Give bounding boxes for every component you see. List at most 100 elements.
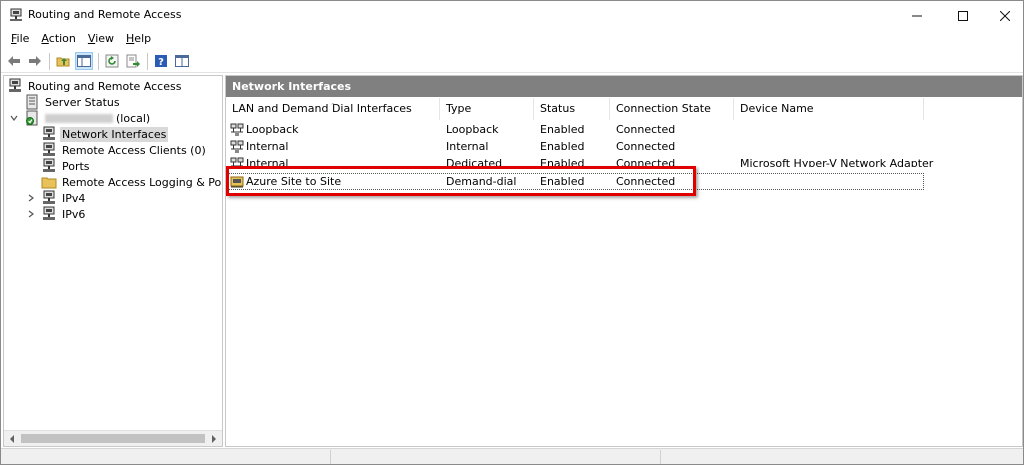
cell-device-name: Microsoft Hyper-V Network Adapter xyxy=(740,157,934,167)
network-interface-icon xyxy=(230,157,244,167)
properties-button[interactable] xyxy=(173,52,191,70)
status-bar xyxy=(1,448,1023,464)
column-header-label: LAN and Demand Dial Interfaces xyxy=(232,102,412,115)
cell-name: Internal xyxy=(226,138,440,155)
menu-help-label: elp xyxy=(134,32,152,45)
tree-item-server-status[interactable]: Server Status xyxy=(24,94,122,110)
column-header-type[interactable]: Type xyxy=(440,98,534,120)
routing-app-icon xyxy=(10,8,22,21)
network-interface-icon xyxy=(230,140,244,153)
column-header-connection-state[interactable]: Connection State xyxy=(610,98,734,120)
tree-item-network-interfaces[interactable]: Network Interfaces xyxy=(41,126,169,142)
tree-item-root[interactable]: Routing and Remote Access xyxy=(7,78,183,94)
cell-connection-state: Connected xyxy=(616,140,676,153)
tree-item-label: Server Status xyxy=(45,95,120,109)
console-tree[interactable]: Routing and Remote Access Server Status … xyxy=(3,75,223,447)
menu-view[interactable]: View xyxy=(82,30,120,48)
expand-ipv6-toggle[interactable] xyxy=(26,209,36,219)
toolbar-separator xyxy=(98,52,99,70)
scroll-right-icon xyxy=(212,434,216,443)
details-header: Network Interfaces xyxy=(226,76,1022,97)
column-header-label: Device Name xyxy=(740,102,814,115)
column-header-label: Status xyxy=(540,102,576,115)
menu-file-label: ile xyxy=(16,32,30,45)
table-row[interactable]: Internal Internal Enabled Connected xyxy=(226,138,1022,155)
tree-item-label: Network Interfaces xyxy=(60,126,169,142)
export-list-icon xyxy=(126,54,140,68)
collapse-server-toggle[interactable] xyxy=(9,113,19,123)
toolbar-separator xyxy=(147,52,148,70)
back-arrow-icon xyxy=(8,56,20,66)
table-row[interactable]: Azure Site to Site Demand-dial Enabled C… xyxy=(226,173,924,190)
cell-name: Internal xyxy=(226,155,440,167)
menu-file[interactable]: File xyxy=(5,30,35,48)
chevron-down-icon xyxy=(10,115,18,121)
menu-action[interactable]: Action xyxy=(35,30,81,48)
tree-item-label: Remote Access Clients (0) xyxy=(62,143,206,157)
tree-item-label: IPv4 xyxy=(62,191,86,205)
refresh-button[interactable] xyxy=(103,52,121,70)
menu-action-mnemonic: A xyxy=(41,32,49,45)
tree-item-server[interactable]: (local) xyxy=(24,110,152,126)
tree-horizontal-scrollbar[interactable] xyxy=(4,430,222,446)
minimize-icon xyxy=(912,15,922,16)
tree-item-ipv4[interactable]: IPv4 xyxy=(41,190,87,206)
tree-item-ports[interactable]: Ports xyxy=(41,158,92,174)
cell-name: Loopback xyxy=(226,121,440,138)
minimize-button[interactable] xyxy=(894,1,940,30)
tree-item-remote-access-clients[interactable]: Remote Access Clients (0) xyxy=(41,142,208,158)
scroll-thumb[interactable] xyxy=(21,434,205,443)
back-button[interactable] xyxy=(5,52,23,70)
column-header-status[interactable]: Status xyxy=(534,98,610,120)
export-list-button[interactable] xyxy=(124,52,142,70)
tree-item-logging-policies[interactable]: Remote Access Logging & Policies xyxy=(41,174,222,190)
up-one-level-button[interactable] xyxy=(54,52,72,70)
cell-device-name xyxy=(734,173,924,190)
cell-status: Enabled xyxy=(540,123,585,136)
sort-caret-icon: ⌃ xyxy=(330,102,336,110)
help-button[interactable]: ? xyxy=(152,52,170,70)
toolbar-separator xyxy=(49,52,50,70)
network-interface-icon xyxy=(230,123,244,136)
close-button[interactable] xyxy=(986,1,1023,30)
tree-item-ipv6[interactable]: IPv6 xyxy=(41,206,87,222)
up-folder-icon xyxy=(56,57,70,67)
window-title: Routing and Remote Access xyxy=(28,8,182,21)
chevron-right-icon xyxy=(28,194,34,202)
menu-help[interactable]: Help xyxy=(120,30,157,48)
cell-type: Internal xyxy=(446,140,489,153)
status-segment xyxy=(331,450,661,464)
column-header-name[interactable]: LAN and Demand Dial Interfaces ⌃ xyxy=(226,98,440,120)
interface-name: Azure Site to Site xyxy=(246,175,342,188)
column-header-label: Connection State xyxy=(616,102,711,115)
show-hide-tree-icon xyxy=(77,55,91,67)
svg-text:?: ? xyxy=(158,57,164,68)
table-row[interactable]: Loopback Loopback Enabled Connected xyxy=(226,121,1022,138)
chevron-right-icon xyxy=(28,210,34,218)
forward-arrow-icon xyxy=(29,56,41,66)
scroll-left-icon xyxy=(10,434,14,443)
scroll-right-button[interactable] xyxy=(206,431,222,446)
mmc-window: Routing and Remote Access File Action Vi… xyxy=(0,0,1024,465)
cell-type: Demand-dial xyxy=(446,175,517,188)
show-hide-console-tree-button[interactable] xyxy=(75,52,93,70)
interface-name: Loopback xyxy=(246,123,299,136)
cell-connection-state: Connected xyxy=(616,123,676,136)
table-row[interactable]: Internal Dedicated Enabled Connected Mic… xyxy=(226,155,1022,167)
cell-name: Azure Site to Site xyxy=(226,173,440,190)
cell-status: Enabled xyxy=(540,140,585,153)
remote-clients-icon xyxy=(43,142,55,156)
forward-button[interactable] xyxy=(26,52,44,70)
column-header-device-name[interactable]: Device Name xyxy=(734,98,924,120)
cell-status: Enabled xyxy=(540,157,585,167)
maximize-button[interactable] xyxy=(940,1,986,30)
expand-ipv4-toggle[interactable] xyxy=(26,193,36,203)
cell-device-name xyxy=(734,138,934,155)
menu-view-label: iew xyxy=(95,32,115,45)
scroll-left-button[interactable] xyxy=(4,431,20,446)
menu-action-label: ction xyxy=(48,32,76,45)
folder-icon xyxy=(41,177,57,189)
details-pane: Network Interfaces LAN and Demand Dial I… xyxy=(225,75,1023,447)
status-segment xyxy=(1,450,331,464)
ipv6-icon xyxy=(43,206,55,220)
